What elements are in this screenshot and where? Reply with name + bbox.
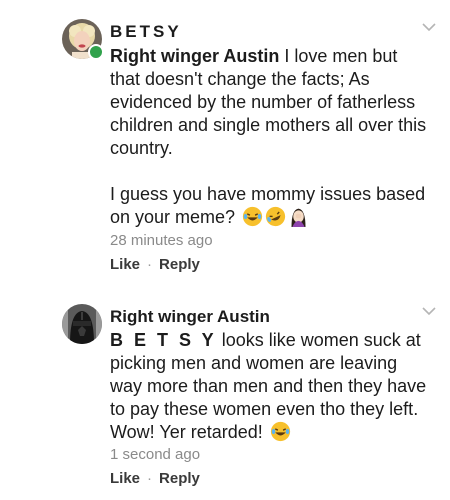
like-button[interactable]: Like <box>110 256 140 273</box>
facepalm-woman-emoji <box>291 208 306 227</box>
action-separator: · <box>147 470 153 487</box>
chevron-down-icon[interactable] <box>421 22 437 32</box>
rofl-emoji <box>265 206 286 227</box>
comment-timestamp: 28 minutes ago <box>110 232 213 249</box>
like-button[interactable]: Like <box>110 470 140 487</box>
online-status-dot <box>88 44 104 60</box>
avatar-austin[interactable] <box>62 304 102 344</box>
mention-link[interactable]: B E T S Y <box>110 330 217 350</box>
comment-author-name[interactable]: Right winger Austin <box>110 306 270 328</box>
comment-text: B E T S Y looks like women suck at picki… <box>110 329 428 444</box>
laughing-crying-emoji <box>242 206 263 227</box>
comment-actions: Like · Reply <box>110 256 200 273</box>
comment-timestamp: 1 second ago <box>110 446 201 463</box>
comment-text: Right winger Austin I love men but that … <box>110 45 428 229</box>
mention-link[interactable]: Right winger Austin <box>110 46 279 66</box>
reply-button[interactable]: Reply <box>159 256 200 273</box>
comment-author-name[interactable]: BETSY <box>110 21 182 43</box>
chevron-down-icon[interactable] <box>421 306 437 316</box>
reply-button[interactable]: Reply <box>159 470 200 487</box>
comment-actions: Like · Reply <box>110 470 200 487</box>
action-separator: · <box>147 256 153 273</box>
laughing-crying-emoji <box>270 421 290 442</box>
